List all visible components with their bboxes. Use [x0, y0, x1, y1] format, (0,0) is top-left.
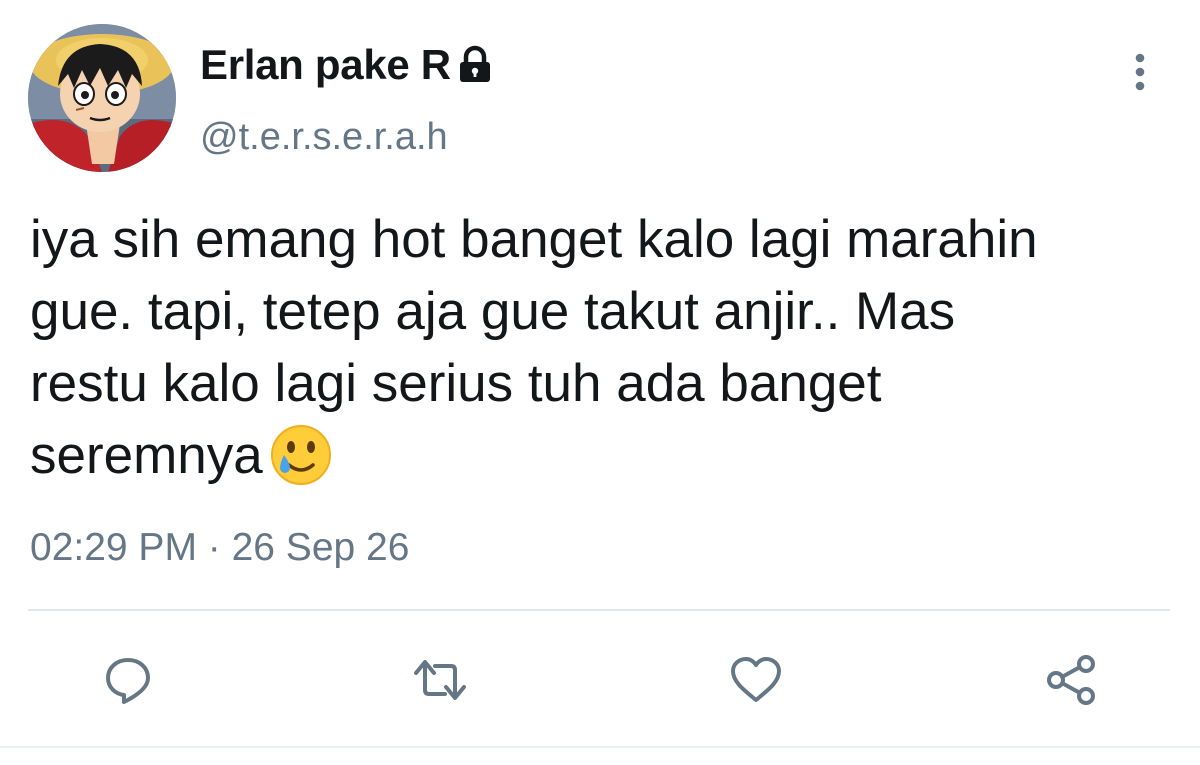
- retweet-button[interactable]: [410, 650, 470, 710]
- tweet-text-content: iya sih emang hot banget kalo lagi marah…: [30, 210, 1038, 485]
- tweet-card: Erlan pake R @t.e.r.s.e.r.a.h iya sih em…: [0, 0, 1200, 765]
- display-name-row: Erlan pake R: [200, 40, 493, 90]
- retweet-icon: [414, 660, 466, 700]
- avatar[interactable]: [28, 24, 176, 172]
- share-icon: [1047, 655, 1095, 705]
- bottom-divider: [0, 746, 1200, 748]
- like-button[interactable]: [726, 650, 786, 710]
- display-name[interactable]: Erlan pake R: [200, 41, 451, 89]
- share-button[interactable]: [1042, 650, 1102, 710]
- more-options-button[interactable]: [1118, 50, 1162, 94]
- reply-bubble-icon: [106, 658, 150, 704]
- avatar-image: [28, 24, 176, 172]
- vertical-ellipsis-icon: [1135, 53, 1145, 91]
- reply-button[interactable]: [98, 650, 158, 710]
- heart-icon: [731, 657, 781, 702]
- smiling-face-with-tear-icon: [269, 423, 333, 487]
- tweet-text: iya sih emang hot banget kalo lagi marah…: [30, 204, 1190, 492]
- tweet-timestamp[interactable]: 02:29 PM · 26 Sep 26: [30, 526, 409, 570]
- divider: [28, 609, 1170, 611]
- user-handle[interactable]: @t.e.r.s.e.r.a.h: [200, 116, 448, 159]
- lock-icon: [457, 45, 493, 85]
